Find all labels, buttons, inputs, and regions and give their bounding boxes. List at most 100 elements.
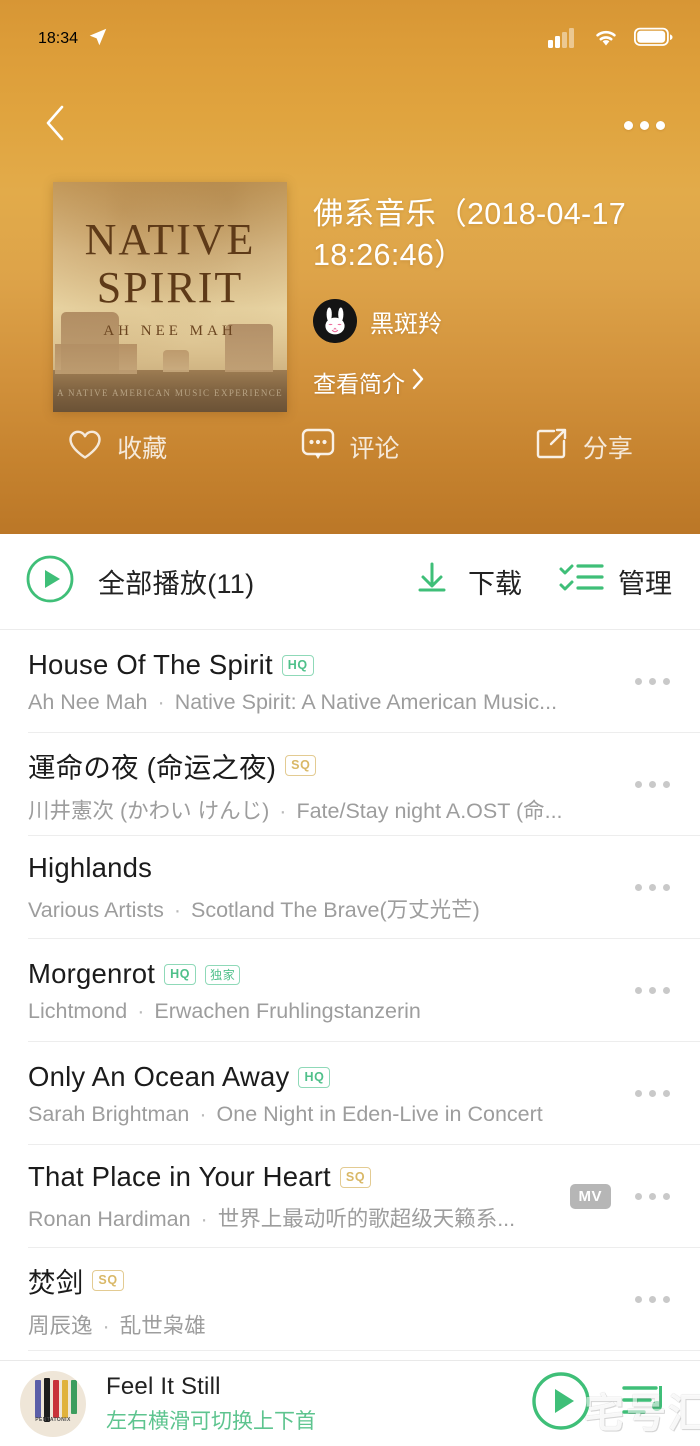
chevron-right-icon	[409, 366, 427, 398]
mini-player-cover[interactable]: PENTATONIX	[20, 1370, 86, 1437]
more-horizontal-icon	[635, 884, 642, 891]
track-row[interactable]: Highlands Various Artists · Scotland The Br…	[0, 836, 700, 939]
view-intro-link[interactable]: 查看简介	[313, 365, 673, 399]
track-info: 運命の夜 (命运之夜) SQ 川井憲次 (かわい けんじ) · Fate/Stay ni…	[28, 745, 629, 825]
track-title: 運命の夜 (命运之夜)	[28, 751, 277, 783]
more-horizontal-icon	[663, 987, 670, 994]
track-row-actions	[629, 1286, 676, 1313]
more-horizontal-icon	[649, 1090, 656, 1097]
manage-label: 管理	[618, 569, 672, 599]
track-subtitle: 川井憲次 (かわい けんじ) · Fate/Stay night A.OST (命.…	[28, 794, 588, 825]
navigation-bar	[0, 92, 700, 158]
track-more-button[interactable]	[629, 668, 676, 695]
track-more-button[interactable]	[629, 874, 676, 901]
track-info: Morgenrot HQ 独家 Lichtmond · Erwachen Fruhling…	[28, 958, 629, 1024]
track-row[interactable]: Only An Ocean Away HQ Sarah Brightman · One …	[0, 1042, 700, 1145]
more-horizontal-icon	[649, 678, 656, 685]
status-time: 18:34	[38, 30, 79, 47]
back-button[interactable]	[32, 102, 78, 148]
status-bar: 18:34	[0, 0, 700, 78]
album-meta: 佛系音乐（2018-04-17 18:26:46） 黑斑羚 查看简介	[313, 182, 673, 412]
track-row-actions	[629, 1080, 676, 1107]
mini-player-hint: 左右横滑可切换上下首	[106, 1409, 316, 1433]
dva-bunny-avatar[interactable]	[313, 299, 357, 344]
more-horizontal-icon	[635, 1193, 642, 1200]
track-album: Scotland The Brave(万丈光芒)	[191, 897, 480, 922]
more-horizontal-icon	[663, 781, 670, 788]
track-album: Fate/Stay night A.OST (命...	[296, 798, 563, 823]
share-button[interactable]: 分享	[467, 427, 700, 468]
track-album: Native Spirit: A Native American Music..…	[174, 689, 558, 714]
track-subtitle: Various Artists · Scotland The Brave(万丈光芒)	[28, 893, 588, 924]
favorite-button[interactable]: 收藏	[0, 427, 233, 468]
quality-badge-hq: HQ	[298, 1067, 331, 1088]
track-artist: 周辰逸	[28, 1313, 93, 1338]
more-horizontal-icon	[649, 781, 656, 788]
track-subtitle: Lichtmond · Erwachen Fruhlingstanzerin	[28, 999, 588, 1024]
track-album: One Night in Eden-Live in Concert	[216, 1101, 543, 1126]
track-row[interactable]: That Place in Your Heart SQ Ronan Hardiman…	[0, 1145, 700, 1248]
more-horizontal-icon	[655, 120, 665, 130]
separator-dot: ·	[200, 1206, 208, 1231]
cover-subtitle: AH NEE MAH	[103, 323, 237, 339]
comment-button[interactable]: 评论	[233, 427, 466, 468]
track-title-row: 運命の夜 (命运之夜) SQ	[28, 745, 629, 785]
mini-player-text[interactable]: Feel It Still 左右横滑可切换上下首	[106, 1373, 530, 1435]
track-title-row: Morgenrot HQ 独家	[28, 958, 629, 990]
more-horizontal-icon	[663, 1193, 670, 1200]
track-album: 世界上最动听的歌超级天籁系...	[217, 1206, 516, 1231]
playlist-icon[interactable]	[618, 1374, 672, 1433]
track-more-button[interactable]	[629, 1080, 676, 1107]
separator-dot: ·	[137, 998, 145, 1023]
track-more-button[interactable]	[629, 977, 676, 1004]
separator-dot: ·	[199, 1101, 207, 1126]
track-artist: Lichtmond	[28, 998, 128, 1023]
track-row-actions: MV	[569, 1183, 677, 1210]
cover-title-line2: SPIRIT	[96, 263, 244, 312]
manage-button[interactable]: 管理	[558, 559, 672, 604]
cover-title-line1: NATIVE	[84, 215, 256, 264]
quality-badge-hq: HQ	[164, 964, 197, 985]
album-info-block: NATIVE SPIRIT AH NEE MAH A NATIVE AMERIC…	[53, 182, 673, 412]
more-options-button[interactable]	[618, 102, 670, 148]
wifi-icon	[591, 26, 621, 53]
mini-player-cover-caption: PENTATONIX	[35, 1416, 71, 1423]
track-row[interactable]: Morgenrot HQ 独家 Lichtmond · Erwachen Fruhling…	[0, 939, 700, 1042]
mv-badge[interactable]: MV	[569, 1184, 611, 1209]
status-bar-left: 18:34	[38, 26, 109, 53]
share-label: 分享	[582, 435, 633, 463]
album-header: 18:34 NATIVE SPIRIT AH NEE MAH A NATIVE …	[0, 0, 700, 534]
view-intro-label: 查看简介	[313, 371, 405, 398]
track-info: Highlands Various Artists · Scotland The Br…	[28, 852, 629, 924]
track-info: House Of The Spirit HQ Ah Nee Mah · Native S…	[28, 649, 629, 715]
track-more-button[interactable]	[629, 771, 676, 798]
cover-bar	[53, 1379, 59, 1418]
track-row-actions	[629, 977, 676, 1004]
download-label: 下载	[468, 569, 522, 599]
cover-bar	[35, 1379, 41, 1418]
track-artist: Various Artists	[28, 897, 164, 922]
track-more-button[interactable]	[629, 1183, 676, 1210]
mini-player[interactable]: PENTATONIX Feel It Still 左右横滑可切换上下首 宅号汇	[0, 1360, 700, 1446]
track-title: 焚剑	[28, 1266, 84, 1298]
track-row[interactable]: 焚剑 SQ 周辰逸 · 乱世枭雄	[0, 1248, 700, 1351]
creator-row[interactable]: 黑斑羚	[313, 299, 673, 344]
track-more-button[interactable]	[629, 1286, 676, 1313]
more-horizontal-icon	[663, 1296, 670, 1303]
track-row[interactable]: 運命の夜 (命运之夜) SQ 川井憲次 (かわい けんじ) · Fate/Stay ni…	[0, 733, 700, 836]
track-row-actions	[629, 668, 676, 695]
album-cover-art[interactable]: NATIVE SPIRIT AH NEE MAH A NATIVE AMERIC…	[53, 182, 287, 412]
track-row[interactable]: House Of The Spirit HQ Ah Nee Mah · Native S…	[0, 630, 700, 733]
cover-bar	[71, 1379, 77, 1414]
play-all-button[interactable]: 全部播放(11)	[24, 553, 374, 610]
more-horizontal-icon	[635, 1296, 642, 1303]
checklist-icon	[558, 559, 604, 604]
track-artist: Ah Nee Mah	[28, 689, 148, 714]
more-horizontal-icon	[639, 120, 649, 130]
track-info: That Place in Your Heart SQ Ronan Hardiman…	[28, 1161, 570, 1233]
track-row-actions	[629, 771, 676, 798]
play-circle-icon[interactable]	[530, 1370, 592, 1437]
track-list: House Of The Spirit HQ Ah Nee Mah · Native S…	[0, 630, 700, 1351]
download-button[interactable]: 下载	[410, 557, 522, 606]
cover-mesa-center	[163, 350, 189, 372]
